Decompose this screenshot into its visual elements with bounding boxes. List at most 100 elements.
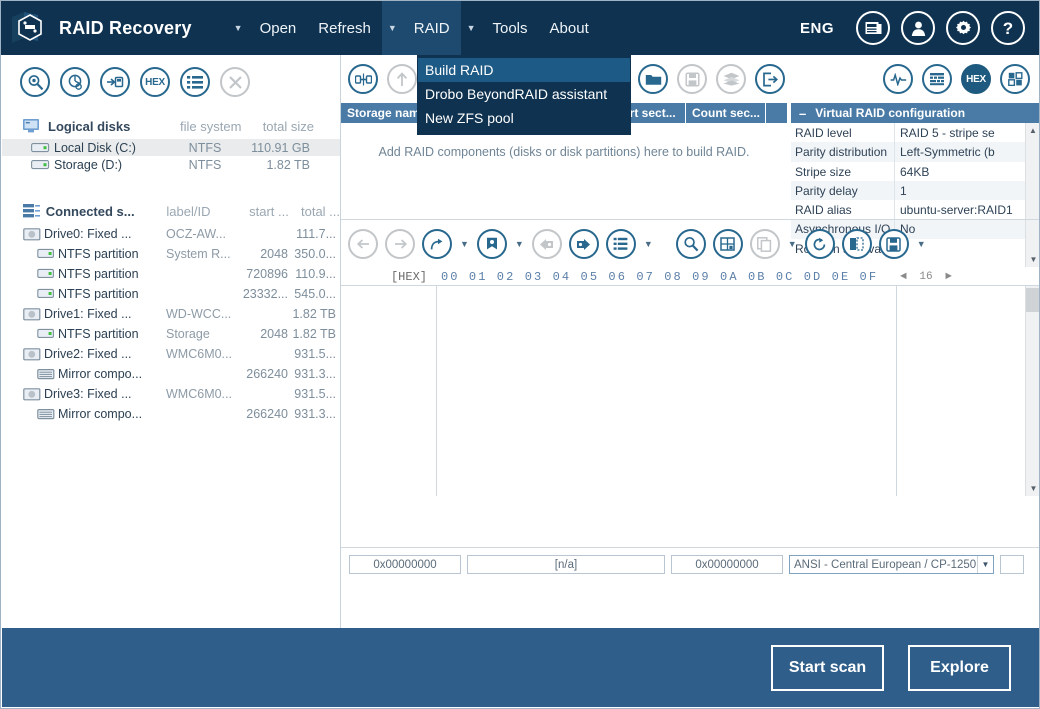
disk-scan-icon[interactable] [60,67,90,97]
open-folder-icon[interactable] [638,64,668,94]
previous-object-icon [531,229,562,259]
menu-group-about[interactable]: About [539,1,600,55]
menu-item-refresh[interactable]: Refresh [307,1,382,55]
help-question-icon[interactable]: ? [991,11,1025,45]
partition-layout-icon[interactable] [1000,64,1030,94]
start-scan-button[interactable]: Start scan [771,644,884,691]
menu-item-build-raid[interactable]: Build RAID [418,58,630,82]
split-view-icon[interactable] [841,229,872,259]
hex-vertical-scrollbar[interactable]: ▼ [1025,286,1039,496]
property-row[interactable]: RAID levelRAID 5 - stripe se▼ [791,123,1039,143]
goto-offset-icon[interactable] [422,229,452,259]
hex-bytes-per-row-pager[interactable]: ◄ 16 ► [900,271,952,283]
list-item[interactable]: Local Disk (C:) NTFS 110.91 GB [2,139,340,156]
list-view-icon[interactable] [180,67,210,97]
property-value[interactable]: RAID 5 - stripe se▼ [895,123,1039,142]
disk-health-icon[interactable] [883,64,913,94]
property-value[interactable]: 1 [895,181,1039,200]
scrollbar-thumb[interactable] [1026,288,1039,312]
menu-item-drobo-assistant[interactable]: Drobo BeyondRAID assistant [418,82,630,106]
encoding-value: ANSI - Central European / CP-1250 [794,558,977,571]
storage-name: NTFS partition [58,247,139,261]
menu-item-new-zfs-pool[interactable]: New ZFS pool [418,106,630,130]
menu-group-raid[interactable]: ▼ RAID [381,1,461,55]
list-item[interactable]: Mirror compo... 266240 931.3... [2,364,340,384]
settings-gear-icon[interactable] [946,11,980,45]
column-count-sectors[interactable]: Count sec... [686,103,766,123]
menu-item-about[interactable]: About [539,1,600,55]
hex-bytes-pane[interactable] [437,286,897,496]
bookmark-icon[interactable] [476,229,507,259]
property-value[interactable]: Left-Symmetric (b▼ [895,142,1039,161]
hex-content-area[interactable]: ▼ [341,286,1039,496]
chevron-down-icon[interactable]: ▼ [382,1,403,55]
explore-button[interactable]: Explore [908,644,1011,691]
list-item[interactable]: NTFS partition 720896 110.9... [2,264,340,284]
chevron-down-icon[interactable]: ▼ [644,239,653,249]
language-selector[interactable]: ENG [800,20,834,37]
list-item[interactable]: Drive1: Fixed ... WD-WCC... 1.82 TB [2,304,340,324]
menu-item-open[interactable]: Open [249,1,308,55]
collapse-icon[interactable]: – [799,106,806,121]
list-item[interactable]: Storage (D:) NTFS 1.82 TB [2,156,340,173]
find-magnifier-icon[interactable] [675,229,706,259]
list-item[interactable]: Drive0: Fixed ... OCZ-AW... 111.7... [2,224,340,244]
news-panel-icon[interactable] [856,11,890,45]
chevron-down-icon[interactable]: ▼ [917,239,926,249]
chevron-down-icon[interactable]: ▼ [461,1,482,55]
property-row[interactable]: Stripe size64KB▼ [791,161,1039,181]
select-block-icon[interactable] [712,229,743,259]
scroll-down-icon[interactable]: ▼ [1026,481,1039,496]
chevron-down-icon[interactable]: ▼ [788,239,797,249]
pager-next-icon[interactable]: ► [945,271,952,283]
save-hex-icon[interactable] [878,229,909,259]
menu-group-tools[interactable]: ▼ Tools [461,1,539,55]
chevron-down-icon[interactable]: ▼ [977,556,993,573]
property-value[interactable]: 64KB▼ [895,162,1039,181]
menu-group-open[interactable]: ▼ Open [228,1,308,55]
hex-viewer-icon[interactable]: HEX [140,67,170,97]
list-item[interactable]: NTFS partition 23332... 545.0... [2,284,340,304]
menu-item-tools[interactable]: Tools [482,1,539,55]
property-value[interactable]: ubuntu-server:RAID1 [895,200,1039,219]
hex-editor-icon[interactable]: HEX [961,64,991,94]
menu-group-refresh[interactable]: Refresh [307,1,382,55]
column-extra[interactable] [766,103,787,123]
list-item[interactable]: Mirror compo... 266240 931.3... [2,404,340,424]
next-object-icon[interactable] [568,229,599,259]
selection-field[interactable]: 0x00000000 [671,555,783,574]
chevron-down-icon[interactable]: ▼ [460,239,469,249]
property-key: RAID level [791,123,895,143]
scroll-up-icon[interactable]: ▲ [1026,123,1039,138]
offset-field[interactable]: 0x00000000 [349,555,461,574]
raid-link-icon[interactable] [348,64,378,94]
connected-storages-list: Drive0: Fixed ... OCZ-AW... 111.7... NTFS p… [2,224,340,424]
value-field[interactable]: [n/a] [467,555,665,574]
property-row[interactable]: Parity delay 1 [791,180,1039,201]
pager-prev-icon[interactable]: ◄ [900,271,907,283]
hex-ascii-pane[interactable] [897,286,1039,496]
disk-image-icon[interactable] [100,67,130,97]
user-account-icon[interactable] [901,11,935,45]
status-extra-field[interactable] [1000,555,1024,574]
encoding-select[interactable]: ANSI - Central European / CP-1250 ▼ [789,555,994,574]
disk-map-icon[interactable] [922,64,952,94]
storage-name: NTFS partition [58,267,139,281]
menu-item-raid[interactable]: RAID [403,1,461,55]
scan-magnifier-icon[interactable] [20,67,50,97]
chevron-down-icon[interactable]: ▼ [515,239,524,249]
chevron-down-icon[interactable]: ▼ [228,1,249,55]
virtual-raid-config-header[interactable]: – Virtual RAID configuration [791,103,1039,123]
property-row[interactable]: Parity distributionLeft-Symmetric (b▼ [791,142,1039,162]
list-item[interactable]: Drive2: Fixed ... WMC6M0... 931.5... [2,344,340,364]
raid-dropdown-menu: Build RAID Drobo BeyondRAID assistant Ne… [417,55,631,135]
property-row[interactable]: RAID alias ubuntu-server:RAID1 [791,200,1039,220]
list-item[interactable]: NTFS partition System R... 2048 350.0... [2,244,340,264]
inspector-list-icon[interactable] [605,229,636,259]
column-total-size: total size [262,118,314,134]
refresh-icon[interactable] [804,229,835,259]
list-item[interactable]: Drive3: Fixed ... WMC6M0... 931.5... [2,384,340,404]
storage-total: 931.3... [294,407,336,421]
export-raid-icon[interactable] [755,64,785,94]
list-item[interactable]: NTFS partition Storage 2048 1.82 TB [2,324,340,344]
